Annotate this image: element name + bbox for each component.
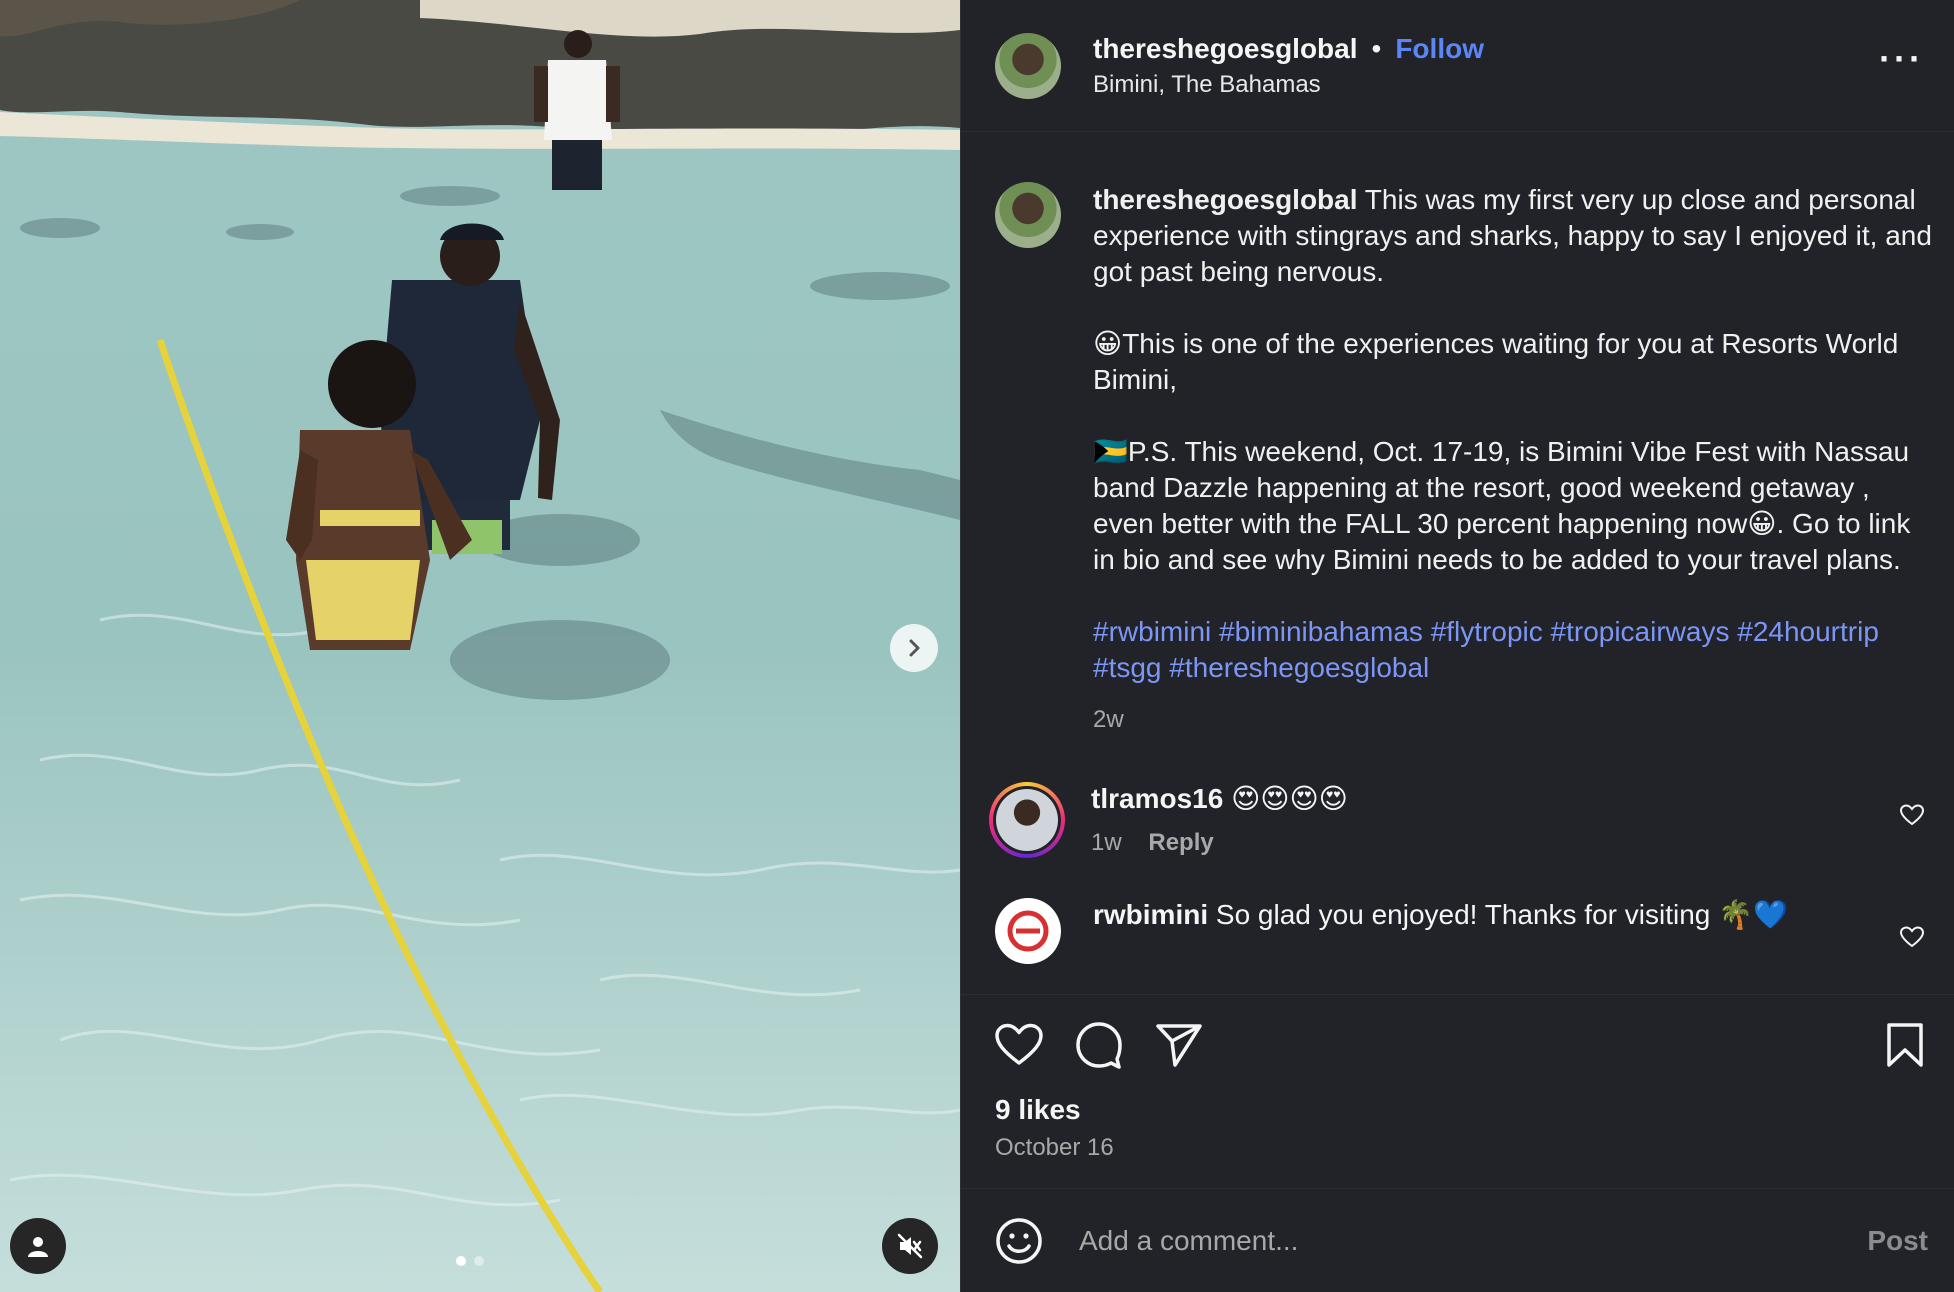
volume-off-icon <box>897 1233 923 1259</box>
send-icon[interactable] <box>1155 1022 1203 1068</box>
comment-timestamp[interactable]: 1w <box>1091 829 1122 856</box>
comment-username[interactable]: rwbimini <box>1093 899 1208 930</box>
commenter-avatar[interactable] <box>989 782 1065 858</box>
more-options-button[interactable]: ··· <box>1879 37 1924 91</box>
heart-icon[interactable] <box>995 1023 1043 1067</box>
caption-hashtags[interactable]: #rwbimini #biminibahamas #flytropic #tro… <box>1093 614 1934 686</box>
post-actions <box>961 994 1954 1094</box>
post-side-panel: thereshegoesglobal • Follow Bimini, The … <box>960 0 1954 1292</box>
caption-paragraph-3: 🇧🇸P.S. This weekend, Oct. 17-19, is Bimi… <box>1093 436 1911 575</box>
chevron-right-icon <box>909 639 920 657</box>
comment-text: So glad you enjoyed! Thanks for visiting… <box>1215 899 1788 930</box>
separator-dot: • <box>1371 32 1382 64</box>
caption-timestamp[interactable]: 2w <box>1093 702 1934 738</box>
commenter-avatar[interactable] <box>995 898 1061 964</box>
carousel-dot <box>474 1256 484 1266</box>
comment-like-heart-icon[interactable] <box>1900 926 1924 948</box>
rwbimini-logo-icon <box>1007 910 1049 952</box>
mute-button[interactable] <box>882 1218 938 1274</box>
carousel-dot <box>456 1256 466 1266</box>
carousel-indicator <box>456 1256 484 1266</box>
carousel-next-button[interactable] <box>890 624 938 672</box>
post-media[interactable] <box>0 0 960 1292</box>
post-header: thereshegoesglobal • Follow Bimini, The … <box>961 0 1954 132</box>
add-comment-bar: Post <box>961 1188 1954 1292</box>
post-comment-button[interactable]: Post <box>1867 1225 1928 1257</box>
post-caption: thereshegoesglobal This was my first ver… <box>995 182 1934 738</box>
bookmark-icon[interactable] <box>1886 1022 1924 1068</box>
reply-button[interactable]: Reply <box>1148 829 1213 856</box>
caption-username[interactable]: thereshegoesglobal <box>1093 184 1358 215</box>
more-horizontal-icon: ··· <box>1879 37 1924 79</box>
caption-paragraph-2: 😀This is one of the experiences waiting … <box>1093 328 1899 395</box>
user-icon <box>28 1237 48 1257</box>
comment-input[interactable] <box>1077 1223 1868 1258</box>
caption-author-avatar[interactable] <box>995 182 1061 248</box>
follow-button[interactable]: Follow <box>1395 33 1484 65</box>
post-date[interactable]: October 16 <box>961 1126 1954 1162</box>
emoji-icon[interactable] <box>995 1217 1043 1265</box>
comment-item: tlramos16 😍😍😍😍 1w Reply <box>989 782 1934 858</box>
comment-icon[interactable] <box>1075 1021 1123 1069</box>
author-username[interactable]: thereshegoesglobal <box>1093 33 1358 65</box>
comments-section[interactable]: thereshegoesglobal This was my first ver… <box>961 132 1954 994</box>
comment-username[interactable]: tlramos16 <box>1091 783 1223 814</box>
post-photo <box>0 0 960 1292</box>
likes-count[interactable]: 9 likes <box>961 1094 1954 1126</box>
post-modal: thereshegoesglobal • Follow Bimini, The … <box>0 0 1954 1292</box>
tagged-users-button[interactable] <box>10 1218 66 1274</box>
comment-item: rwbimini So glad you enjoyed! Thanks for… <box>995 898 1934 964</box>
comment-like-heart-icon[interactable] <box>1900 804 1924 826</box>
comment-text: 😍😍😍😍 <box>1231 783 1348 814</box>
author-avatar[interactable] <box>995 32 1061 99</box>
post-location[interactable]: Bimini, The Bahamas <box>1093 71 1484 99</box>
